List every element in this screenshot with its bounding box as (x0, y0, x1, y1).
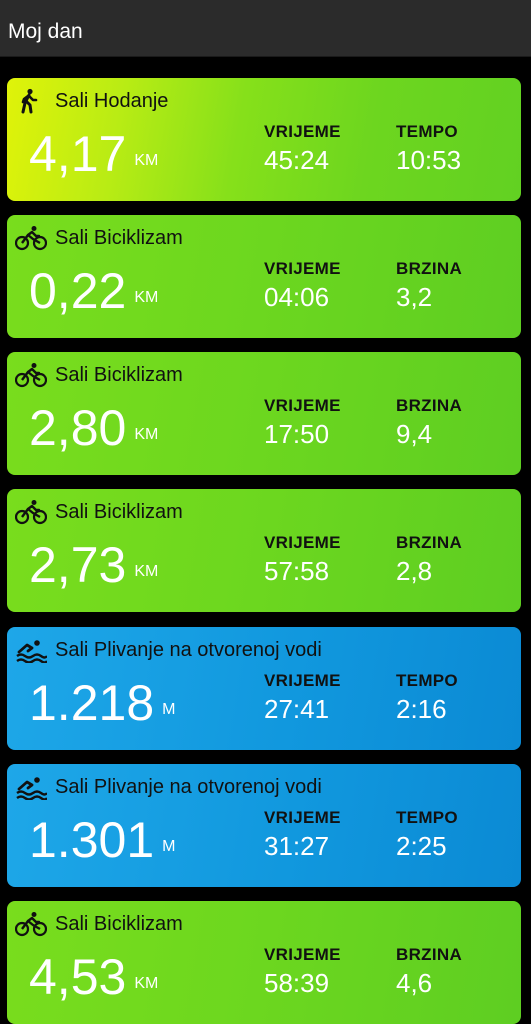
activity-card-cycling[interactable]: Sali Biciklizam 0,22 KM VRIJEME 04:06 BRZ… (7, 215, 521, 338)
stat-speed: BRZINA 2,8 (396, 533, 462, 587)
stat-time-label: VRIJEME (264, 808, 341, 827)
distance-value: 1.301 (29, 812, 155, 868)
distance-value: 0,22 (29, 263, 127, 319)
stat-time-label: VRIJEME (264, 945, 341, 964)
stat-speed: BRZINA 9,4 (396, 396, 462, 450)
cycling-icon (15, 225, 47, 251)
stat-time-value: 31:27 (264, 831, 330, 861)
stat-speed-value: 4,6 (396, 968, 433, 998)
activity-distance: 4,53 KM (29, 947, 158, 1007)
activity-card-walk[interactable]: Sali Hodanje 4,17 KM VRIJEME 45:24 TEMPO … (7, 78, 521, 201)
stat-time: VRIJEME 58:39 (264, 945, 341, 999)
activity-card-cycling[interactable]: Sali Biciklizam 2,73 KM VRIJEME 57:58 BRZ… (7, 489, 521, 612)
stat-time-label: VRIJEME (264, 396, 341, 415)
stat-time-label: VRIJEME (264, 122, 341, 141)
stat-time-value: 57:58 (264, 556, 330, 586)
stat-pace: TEMPO 10:53 (396, 122, 461, 176)
stat-time-label: VRIJEME (264, 533, 341, 552)
distance-unit: KM (134, 289, 159, 306)
activity-distance: 2,80 KM (29, 398, 158, 458)
activity-name: Sali Plivanje na otvorenoj vodi (55, 639, 322, 661)
swimming-icon (15, 637, 47, 663)
stat-speed: BRZINA 3,2 (396, 259, 462, 313)
stat-time-label: VRIJEME (264, 671, 341, 690)
distance-unit: KM (134, 426, 159, 443)
distance-unit: M (162, 838, 176, 855)
stat-time: VRIJEME 27:41 (264, 671, 341, 725)
stat-time-label: VRIJEME (264, 259, 341, 278)
activity-card-cycling[interactable]: Sali Biciklizam 2,80 KM VRIJEME 17:50 BRZ… (7, 352, 521, 475)
distance-unit: KM (134, 152, 159, 169)
activity-card-swimming[interactable]: Sali Plivanje na otvorenoj vodi 1.301 M V… (7, 764, 521, 887)
activity-name: Sali Biciklizam (55, 364, 183, 386)
cycling-icon (15, 499, 47, 525)
stat-speed-value: 3,2 (396, 282, 433, 312)
activity-card-cycling[interactable]: Sali Biciklizam 4,53 KM VRIJEME 58:39 BRZ… (7, 901, 521, 1024)
activity-name: Sali Hodanje (55, 90, 169, 112)
activity-distance: 1.218 M (29, 673, 175, 733)
stat-pace: TEMPO 2:25 (396, 808, 458, 862)
distance-value: 1.218 (29, 675, 155, 731)
cycling-icon (15, 911, 47, 937)
stat-speed-label: BRZINA (396, 945, 463, 964)
activity-distance: 1.301 M (29, 810, 175, 870)
walking-icon (15, 88, 47, 114)
stat-pace-label: TEMPO (396, 122, 458, 141)
activity-distance: 0,22 KM (29, 261, 158, 321)
stat-time: VRIJEME 31:27 (264, 808, 341, 862)
stat-speed: BRZINA 4,6 (396, 945, 462, 999)
stat-time-value: 04:06 (264, 282, 330, 312)
stat-time: VRIJEME 04:06 (264, 259, 341, 313)
distance-value: 2,80 (29, 400, 127, 456)
activity-name: Sali Biciklizam (55, 501, 183, 523)
activity-distance: 4,17 KM (29, 124, 158, 184)
stat-speed-label: BRZINA (396, 396, 463, 415)
distance-unit: M (162, 701, 176, 718)
distance-unit: KM (134, 563, 159, 580)
stat-speed-value: 2,8 (396, 556, 433, 586)
distance-value: 4,17 (29, 126, 127, 182)
stat-time: VRIJEME 57:58 (264, 533, 341, 587)
distance-value: 2,73 (29, 537, 127, 593)
stat-speed-label: BRZINA (396, 533, 463, 552)
stat-time: VRIJEME 17:50 (264, 396, 341, 450)
activity-name: Sali Plivanje na otvorenoj vodi (55, 776, 322, 798)
stat-pace-label: TEMPO (396, 671, 458, 690)
stat-speed-label: BRZINA (396, 259, 463, 278)
stat-time: VRIJEME 45:24 (264, 122, 341, 176)
swimming-icon (15, 774, 47, 800)
distance-unit: KM (134, 975, 159, 992)
stat-pace-value: 10:53 (396, 145, 462, 175)
activity-name: Sali Biciklizam (55, 913, 183, 935)
app-header: Moj dan (0, 0, 531, 57)
activity-card-swimming[interactable]: Sali Plivanje na otvorenoj vodi 1.218 M V… (7, 627, 521, 750)
stat-pace-value: 2:16 (396, 694, 447, 724)
stat-time-value: 27:41 (264, 694, 330, 724)
stat-time-value: 45:24 (264, 145, 330, 175)
stat-pace: TEMPO 2:16 (396, 671, 458, 725)
stat-time-value: 58:39 (264, 968, 330, 998)
activity-distance: 2,73 KM (29, 535, 158, 595)
activity-name: Sali Biciklizam (55, 227, 183, 249)
distance-value: 4,53 (29, 949, 127, 1005)
cycling-icon (15, 362, 47, 388)
stat-speed-value: 9,4 (396, 419, 433, 449)
page-title: Moj dan (8, 20, 83, 43)
stat-pace-label: TEMPO (396, 808, 458, 827)
stat-pace-value: 2:25 (396, 831, 447, 861)
stat-time-value: 17:50 (264, 419, 330, 449)
